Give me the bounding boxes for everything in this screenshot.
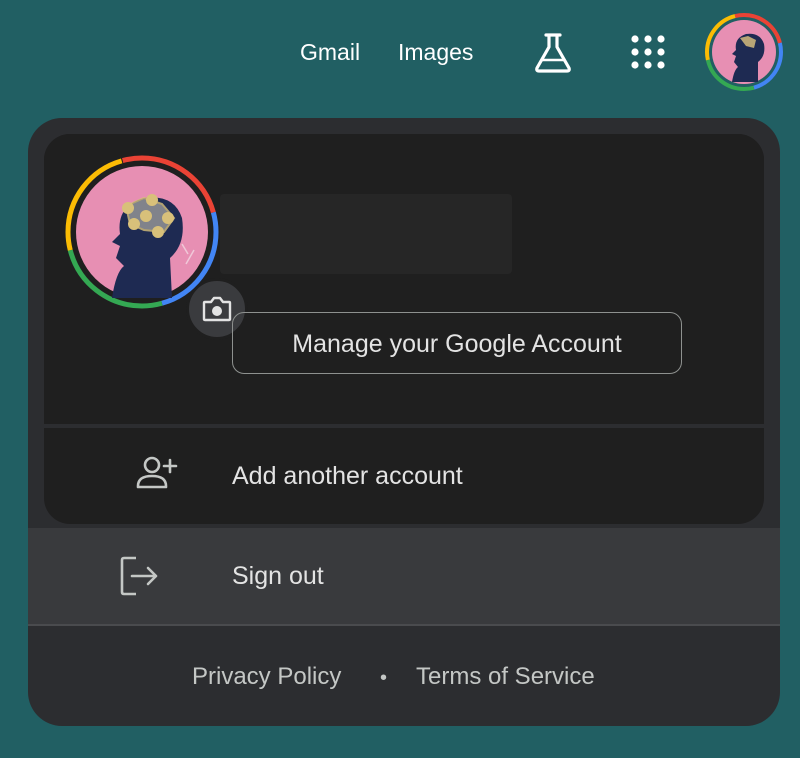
- footer-separator: •: [380, 667, 388, 689]
- add-account-label: Add another account: [232, 462, 463, 490]
- gmail-link[interactable]: Gmail: [300, 36, 360, 68]
- images-link[interactable]: Images: [398, 36, 473, 68]
- account-card: Manage your Google Account Add another a…: [44, 134, 764, 524]
- top-bar: Gmail Images: [0, 0, 800, 100]
- person-add-icon: [132, 450, 180, 498]
- sign-out-label: Sign out: [232, 562, 324, 590]
- flask-icon[interactable]: [530, 30, 576, 76]
- avatar-head-icon[interactable]: [704, 12, 784, 92]
- privacy-policy-link[interactable]: Privacy Policy: [192, 662, 341, 692]
- logout-icon: [116, 552, 164, 600]
- account-menu-panel: Manage your Google Account Add another a…: [28, 118, 780, 726]
- grid-dots-icon[interactable]: [628, 32, 668, 72]
- account-header: Manage your Google Account: [44, 134, 764, 424]
- footer: Privacy Policy • Terms of Service: [28, 626, 780, 726]
- terms-of-service-link[interactable]: Terms of Service: [416, 662, 595, 692]
- account-name-redacted: [220, 194, 512, 274]
- manage-account-button[interactable]: Manage your Google Account: [232, 312, 682, 374]
- profile-avatar[interactable]: [64, 154, 248, 340]
- add-account-item[interactable]: Add another account: [44, 428, 764, 524]
- sign-out-item[interactable]: Sign out: [28, 528, 780, 624]
